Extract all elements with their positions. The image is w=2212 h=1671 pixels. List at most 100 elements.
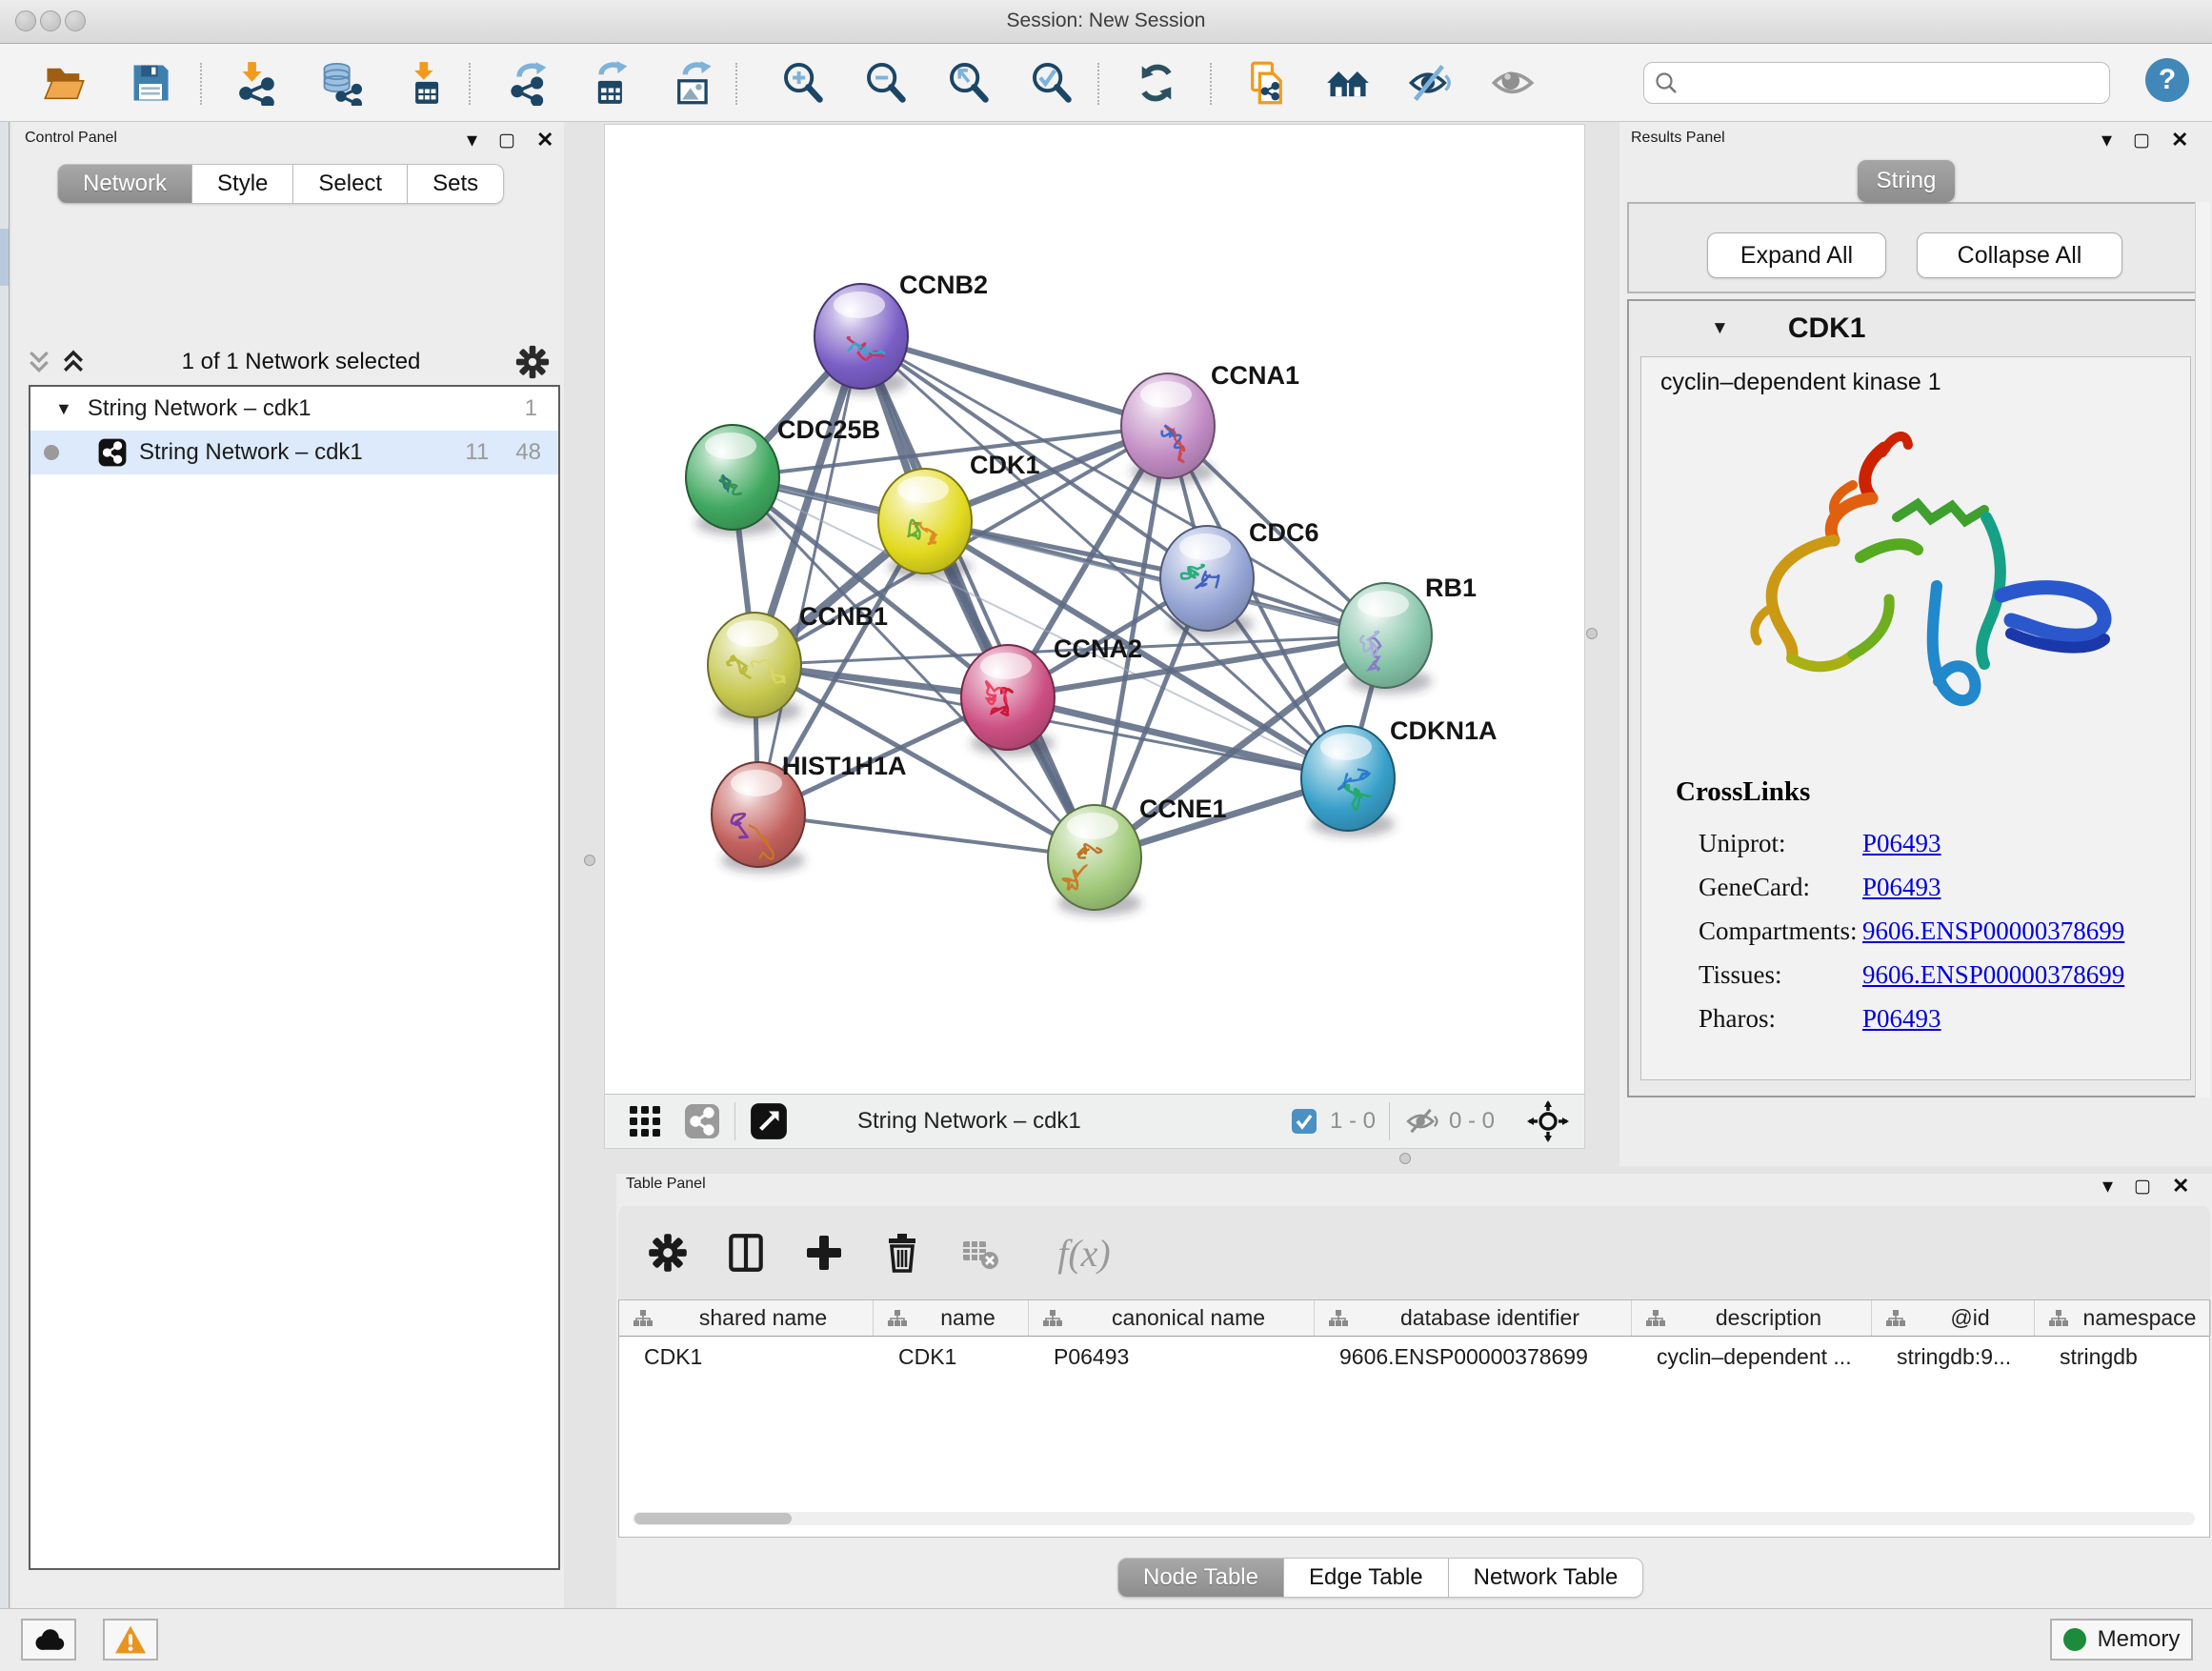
zoom-out-icon[interactable] bbox=[861, 58, 911, 108]
tab-sets[interactable]: Sets bbox=[408, 164, 504, 204]
zoom-selected-icon[interactable] bbox=[1027, 58, 1076, 108]
network-collection-row[interactable]: ▼ String Network – cdk1 1 bbox=[30, 387, 558, 431]
memory-button[interactable]: Memory bbox=[2050, 1619, 2193, 1661]
close-panel-icon[interactable]: ✕ bbox=[536, 128, 553, 152]
column-header-canonical-name[interactable]: canonical name bbox=[1029, 1300, 1315, 1336]
collapse-all-button[interactable]: Collapse All bbox=[1917, 232, 2122, 278]
tree-expand-icon[interactable]: ▼ bbox=[55, 399, 72, 419]
network-nodes[interactable]: CCNB2CCNA1CDC25BCDK1CDC6RB1CCNB1CCNA2CDK… bbox=[686, 271, 1498, 916]
tab-select[interactable]: Select bbox=[293, 164, 408, 204]
share-view-icon[interactable] bbox=[683, 1102, 721, 1140]
tab-style[interactable]: Style bbox=[192, 164, 293, 204]
node-CCNB1[interactable] bbox=[708, 613, 801, 723]
tab-node-table[interactable]: Node Table bbox=[1117, 1558, 1284, 1598]
float-panel-icon[interactable]: ▢ bbox=[2133, 130, 2150, 151]
clone-network-icon[interactable] bbox=[1242, 58, 1292, 108]
warning-status-button[interactable] bbox=[103, 1619, 158, 1661]
results-scrollbar[interactable] bbox=[2195, 202, 2210, 1097]
float-panel-icon[interactable]: ▢ bbox=[498, 130, 515, 151]
crosslink-link[interactable]: P06493 bbox=[1862, 829, 2124, 858]
column-header-description[interactable]: description bbox=[1632, 1300, 1872, 1336]
node-CCNA1[interactable] bbox=[1121, 373, 1215, 484]
node-CCNE1[interactable] bbox=[1048, 805, 1141, 916]
node-table[interactable]: shared namenamecanonical namedatabase id… bbox=[618, 1299, 2210, 1538]
table-settings-gear-icon[interactable] bbox=[641, 1226, 694, 1279]
export-image-icon[interactable] bbox=[669, 58, 718, 108]
help-icon[interactable]: ? bbox=[2145, 58, 2189, 102]
table-cell[interactable]: cyclin–dependent ... bbox=[1632, 1337, 1872, 1377]
save-session-icon[interactable] bbox=[126, 58, 175, 108]
refresh-icon[interactable] bbox=[1132, 58, 1181, 108]
open-session-icon[interactable] bbox=[40, 58, 90, 108]
column-header--id[interactable]: @id bbox=[1872, 1300, 2035, 1336]
node-RB1[interactable] bbox=[1338, 583, 1432, 694]
collapse-panel-icon[interactable]: ▾ bbox=[2102, 1174, 2113, 1198]
tab-network-table[interactable]: Network Table bbox=[1449, 1558, 1644, 1598]
birds-eye-icon[interactable] bbox=[749, 1101, 789, 1141]
node-CCNA2[interactable] bbox=[961, 645, 1055, 755]
network-row-selected[interactable]: String Network – cdk1 11 48 bbox=[30, 431, 558, 474]
collapse-panel-icon[interactable]: ▾ bbox=[2101, 128, 2112, 152]
scrollbar-thumb[interactable] bbox=[634, 1513, 792, 1524]
edge-HIST1H1A-CCNE1[interactable] bbox=[758, 815, 1095, 857]
collapse-panel-icon[interactable]: ▾ bbox=[467, 128, 477, 152]
right-splitter-handle[interactable] bbox=[1586, 628, 1598, 639]
delete-column-trash-icon[interactable] bbox=[875, 1226, 929, 1279]
table-horizontal-scrollbar[interactable] bbox=[633, 1512, 2195, 1525]
table-cell[interactable]: stringdb:9... bbox=[1872, 1337, 2035, 1377]
pan-crosshair-icon[interactable] bbox=[1527, 1100, 1569, 1142]
export-table-icon[interactable] bbox=[587, 58, 636, 108]
column-header-name[interactable]: name bbox=[874, 1300, 1029, 1336]
table-cell[interactable]: P06493 bbox=[1029, 1337, 1315, 1377]
show-columns-icon[interactable] bbox=[719, 1226, 773, 1279]
node-CCNB2[interactable] bbox=[814, 284, 908, 394]
gear-icon[interactable] bbox=[514, 344, 551, 380]
selected-checkbox-icon[interactable] bbox=[1290, 1107, 1318, 1136]
hide-selected-eye-icon[interactable] bbox=[1404, 58, 1454, 108]
tab-string[interactable]: String bbox=[1858, 160, 1955, 202]
table-cell[interactable]: 9606.ENSP00000378699 bbox=[1315, 1337, 1632, 1377]
close-panel-icon[interactable]: ✕ bbox=[2172, 1174, 2189, 1198]
table-cell[interactable]: stringdb bbox=[2035, 1337, 2211, 1377]
zoom-fit-icon[interactable] bbox=[944, 58, 994, 108]
add-column-icon[interactable] bbox=[797, 1226, 851, 1279]
tab-network[interactable]: Network bbox=[57, 164, 192, 204]
grid-view-icon[interactable] bbox=[626, 1102, 664, 1140]
expand-all-chevrons-icon[interactable] bbox=[59, 348, 88, 376]
edge-CCNA2-CDKN1A[interactable] bbox=[1008, 697, 1348, 778]
crosslink-link[interactable]: 9606.ENSP00000378699 bbox=[1862, 960, 2124, 990]
show-all-eye-icon[interactable] bbox=[1488, 58, 1538, 108]
node-CDC25B[interactable] bbox=[686, 425, 779, 535]
float-panel-icon[interactable]: ▢ bbox=[2134, 1176, 2151, 1198]
table-row[interactable]: CDK1CDK1P064939606.ENSP00000378699cyclin… bbox=[619, 1337, 2209, 1377]
network-canvas[interactable]: CCNB2CCNA1CDC25BCDK1CDC6RB1CCNB1CCNA2CDK… bbox=[605, 125, 1584, 1094]
first-neighbors-icon[interactable] bbox=[1323, 58, 1373, 108]
tab-edge-table[interactable]: Edge Table bbox=[1284, 1558, 1449, 1598]
table-cell[interactable]: CDK1 bbox=[874, 1337, 1029, 1377]
crosslink-link[interactable]: P06493 bbox=[1862, 873, 2124, 902]
search-input[interactable] bbox=[1679, 70, 2088, 95]
zoom-in-icon[interactable] bbox=[778, 58, 828, 108]
crosslink-link[interactable]: P06493 bbox=[1862, 1004, 2124, 1034]
close-panel-icon[interactable]: ✕ bbox=[2171, 128, 2188, 152]
import-network-database-icon[interactable] bbox=[316, 58, 366, 108]
import-table-file-icon[interactable] bbox=[401, 58, 451, 108]
collapse-all-chevrons-icon[interactable] bbox=[25, 348, 53, 376]
collapse-card-icon[interactable]: ▼ bbox=[1711, 318, 1729, 339]
export-network-icon[interactable] bbox=[505, 58, 554, 108]
node-CDK1[interactable] bbox=[878, 469, 972, 579]
import-network-file-icon[interactable] bbox=[232, 58, 282, 108]
expand-all-button[interactable]: Expand All bbox=[1707, 232, 1886, 278]
column-header-namespace[interactable]: namespace bbox=[2035, 1300, 2211, 1336]
cloud-status-button[interactable] bbox=[21, 1619, 76, 1661]
search-box[interactable] bbox=[1643, 62, 2110, 104]
column-header-shared-name[interactable]: shared name bbox=[619, 1300, 874, 1336]
left-splitter-handle[interactable] bbox=[584, 855, 595, 866]
column-header-database-identifier[interactable]: database identifier bbox=[1315, 1300, 1632, 1336]
edge-CCNB2-HIST1H1A[interactable] bbox=[758, 336, 861, 815]
bottom-splitter-handle[interactable] bbox=[1399, 1153, 1411, 1164]
protein-card-header[interactable]: ▼ CDK1 bbox=[1629, 301, 2202, 356]
node-CDKN1A[interactable] bbox=[1301, 726, 1395, 836]
table-cell[interactable]: CDK1 bbox=[619, 1337, 874, 1377]
node-CDC6[interactable] bbox=[1160, 526, 1254, 636]
